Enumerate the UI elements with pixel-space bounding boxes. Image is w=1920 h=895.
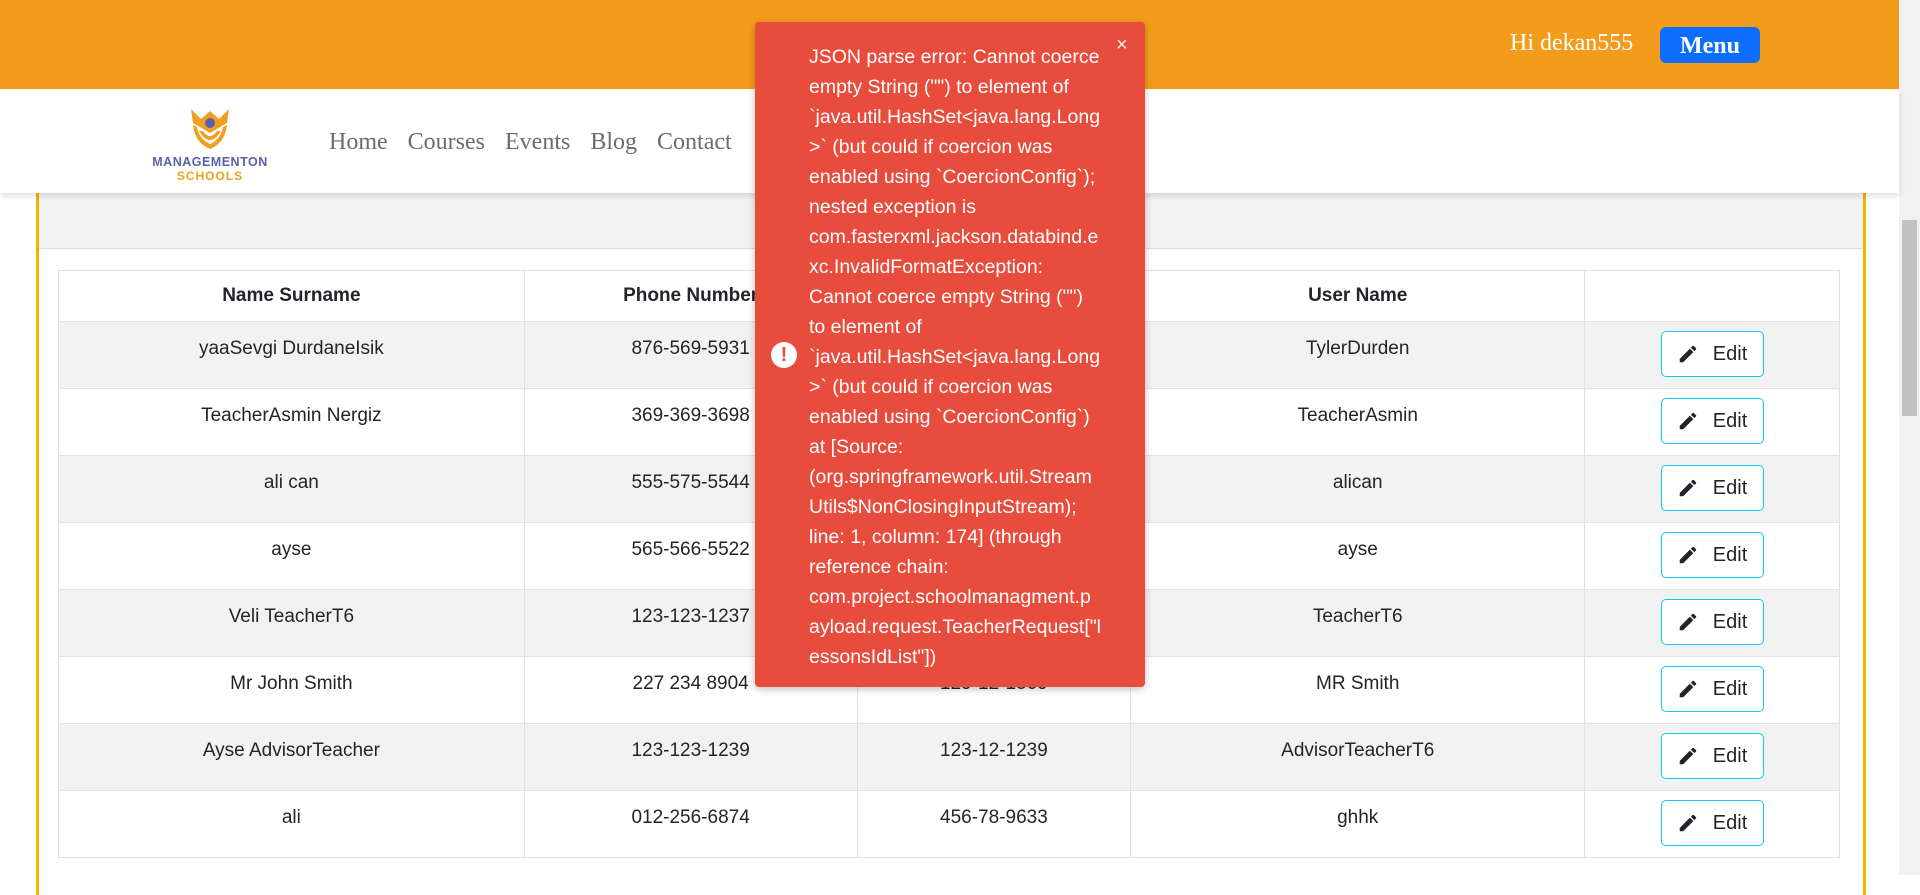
nav-blog[interactable]: Blog [590,129,637,156]
main-nav: Home Courses Events Blog Contact [329,129,752,156]
cell-actions: Edit [1584,388,1840,456]
edit-button-label: Edit [1712,409,1748,432]
user-greeting: Hi dekan555 [1510,30,1634,56]
cell-name: Mr John Smith [58,656,525,724]
edit-button[interactable]: Edit [1660,666,1764,712]
nav-events[interactable]: Events [505,129,570,156]
edit-button[interactable]: Edit [1660,465,1764,511]
cell-actions: Edit [1584,522,1840,590]
error-message: JSON parse error: Cannot coerce empty St… [809,46,1102,668]
pencil-icon [1679,345,1697,363]
cell-name: Ayse AdvisorTeacher [58,723,525,791]
edit-button[interactable]: Edit [1660,532,1764,578]
cell-username: TeacherAsmin [1130,388,1586,456]
cell-ssn: 456-78-9633 [856,790,1132,858]
cell-actions: Edit [1584,321,1840,389]
pencil-icon [1679,613,1697,631]
cell-actions: Edit [1584,790,1840,858]
logo-text-secondary: SCHOOLS [176,169,244,183]
edit-button-label: Edit [1712,342,1748,365]
cell-phone: 012-256-6874 [523,790,858,858]
table-row: ali 012-256-6874 456-78-9633 ghhk Edit [58,790,1840,858]
column-header-username: User Name [1130,270,1586,322]
edit-button-label: Edit [1712,811,1748,834]
edit-button[interactable]: Edit [1660,800,1764,846]
nav-contact[interactable]: Contact [657,129,732,156]
cell-name: yaaSevgi DurdaneIsik [58,321,525,389]
edit-button-label: Edit [1712,610,1748,633]
pencil-icon [1679,412,1697,430]
cell-name: Veli TeacherT6 [58,589,525,657]
cell-username: MR Smith [1130,656,1586,724]
cell-name: TeacherAsmin Nergiz [58,388,525,456]
pencil-icon [1679,546,1697,564]
pencil-icon [1679,747,1697,765]
edit-button-label: Edit [1712,476,1748,499]
cell-actions: Edit [1584,656,1840,724]
pencil-icon [1679,680,1697,698]
edit-button-label: Edit [1712,543,1748,566]
table-row: Ayse AdvisorTeacher 123-123-1239 123-12-… [58,723,1840,791]
cell-name: ayse [58,522,525,590]
error-icon: ! [771,342,797,368]
nav-home[interactable]: Home [329,129,388,156]
cell-actions: Edit [1584,455,1840,523]
cell-username: ghhk [1130,790,1586,858]
nav-courses[interactable]: Courses [408,129,485,156]
cell-actions: Edit [1584,589,1840,657]
column-header-actions [1584,270,1840,322]
cell-name: ali can [58,455,525,523]
edit-button-label: Edit [1712,744,1748,767]
cell-actions: Edit [1584,723,1840,791]
logo-text-primary: MANAGEMENTON [152,155,268,169]
logo-emblem-icon [191,109,229,149]
page-scrollbar[interactable] [1899,0,1920,875]
edit-button[interactable]: Edit [1660,599,1764,645]
cell-username: AdvisorTeacherT6 [1130,723,1586,791]
cell-username: alican [1130,455,1586,523]
cell-username: TylerDurden [1130,321,1586,389]
edit-button[interactable]: Edit [1660,733,1764,779]
edit-button-label: Edit [1712,677,1748,700]
column-header-name: Name Surname [58,270,525,322]
edit-button[interactable]: Edit [1660,331,1764,377]
school-logo[interactable]: MANAGEMENTON SCHOOLS [143,103,277,183]
menu-button[interactable]: Menu [1660,27,1760,63]
cell-name: ali [58,790,525,858]
close-icon[interactable]: × [1116,34,1128,57]
pencil-icon [1679,814,1697,832]
scrollbar-thumb[interactable] [1902,220,1917,416]
cell-username: TeacherT6 [1130,589,1586,657]
cell-ssn: 123-12-1239 [856,723,1132,791]
pencil-icon [1679,479,1697,497]
edit-button[interactable]: Edit [1660,398,1764,444]
error-toast: ! JSON parse error: Cannot coerce empty … [755,22,1145,687]
cell-username: ayse [1130,522,1586,590]
cell-phone: 123-123-1239 [523,723,858,791]
